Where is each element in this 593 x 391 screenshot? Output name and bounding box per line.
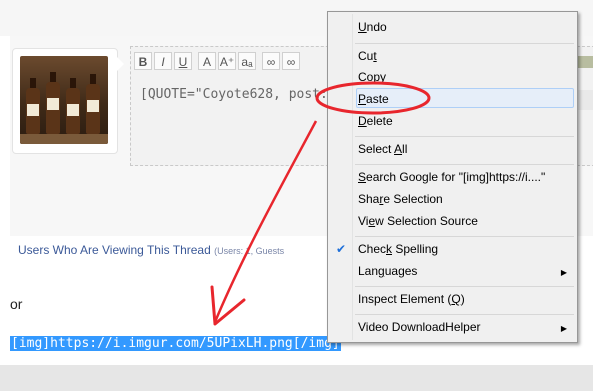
editor-toolbar: B I U A A⁺ aₐ ∞ ∞ bbox=[134, 52, 300, 72]
arrow-head-annotation bbox=[210, 285, 246, 326]
menu-item-share-selection[interactable]: Share Selection bbox=[358, 192, 443, 206]
shelf-image bbox=[20, 134, 108, 144]
font-family-button[interactable]: aₐ bbox=[238, 52, 256, 70]
font-size-button[interactable]: A⁺ bbox=[218, 52, 236, 70]
menu-separator bbox=[355, 286, 574, 287]
menu-item-copy[interactable]: Copy bbox=[358, 70, 386, 84]
menu-separator bbox=[355, 164, 574, 165]
viewing-thread-label: Users Who Are Viewing This Thread bbox=[18, 243, 211, 257]
bottle-image bbox=[86, 74, 100, 134]
menu-item-video-downloadhelper[interactable]: Video DownloadHelper bbox=[358, 320, 481, 334]
bold-button[interactable]: B bbox=[134, 52, 152, 70]
avatar[interactable] bbox=[20, 56, 108, 144]
menu-item-languages[interactable]: Languages bbox=[358, 264, 417, 278]
menu-item-search-google[interactable]: Search Google for "[img]https://i...." bbox=[358, 170, 545, 184]
viewing-thread-count: (Users: 1, Guests bbox=[214, 246, 285, 256]
menu-item-paste[interactable]: Paste bbox=[358, 92, 389, 106]
menu-item-view-selection-source[interactable]: View Selection Source bbox=[358, 214, 478, 228]
bottle-image bbox=[46, 72, 60, 134]
menu-separator bbox=[355, 136, 574, 137]
menu-item-cut[interactable]: Cut bbox=[358, 49, 377, 63]
viewing-thread-heading[interactable]: Users Who Are Viewing This Thread (Users… bbox=[18, 243, 284, 257]
submenu-arrow-icon: ▶ bbox=[560, 268, 567, 277]
checkmark-icon: ✔ bbox=[336, 242, 347, 256]
or-text: or bbox=[10, 296, 23, 312]
link-button[interactable]: ∞ bbox=[262, 52, 280, 70]
menu-gutter bbox=[352, 14, 353, 340]
selected-img-bbcode[interactable]: [img]https://i.imgur.com/5UPixLH.png[/im… bbox=[10, 336, 341, 351]
menu-item-check-spelling[interactable]: Check Spelling bbox=[358, 242, 438, 256]
bottle-image bbox=[66, 78, 80, 134]
menu-item-undo[interactable]: Undo bbox=[358, 20, 387, 34]
italic-button[interactable]: I bbox=[154, 52, 172, 70]
bottle-image bbox=[26, 78, 40, 134]
menu-item-inspect-element[interactable]: Inspect Element (Q) bbox=[358, 292, 465, 306]
menu-item-delete[interactable]: Delete bbox=[358, 114, 393, 128]
avatar-pointer bbox=[116, 56, 124, 72]
avatar-frame bbox=[12, 48, 118, 154]
underline-button[interactable]: U bbox=[174, 52, 192, 70]
page-bottom-strip bbox=[0, 365, 593, 391]
menu-item-select-all[interactable]: Select All bbox=[358, 142, 407, 156]
unlink-button[interactable]: ∞ bbox=[282, 52, 300, 70]
menu-separator bbox=[355, 314, 574, 315]
menu-separator bbox=[355, 43, 574, 44]
submenu-arrow-icon: ▶ bbox=[560, 324, 567, 333]
menu-separator bbox=[355, 236, 574, 237]
text-color-button[interactable]: A bbox=[198, 52, 216, 70]
context-menu: Undo Cut Copy Paste Delete Select All Se… bbox=[327, 11, 578, 343]
